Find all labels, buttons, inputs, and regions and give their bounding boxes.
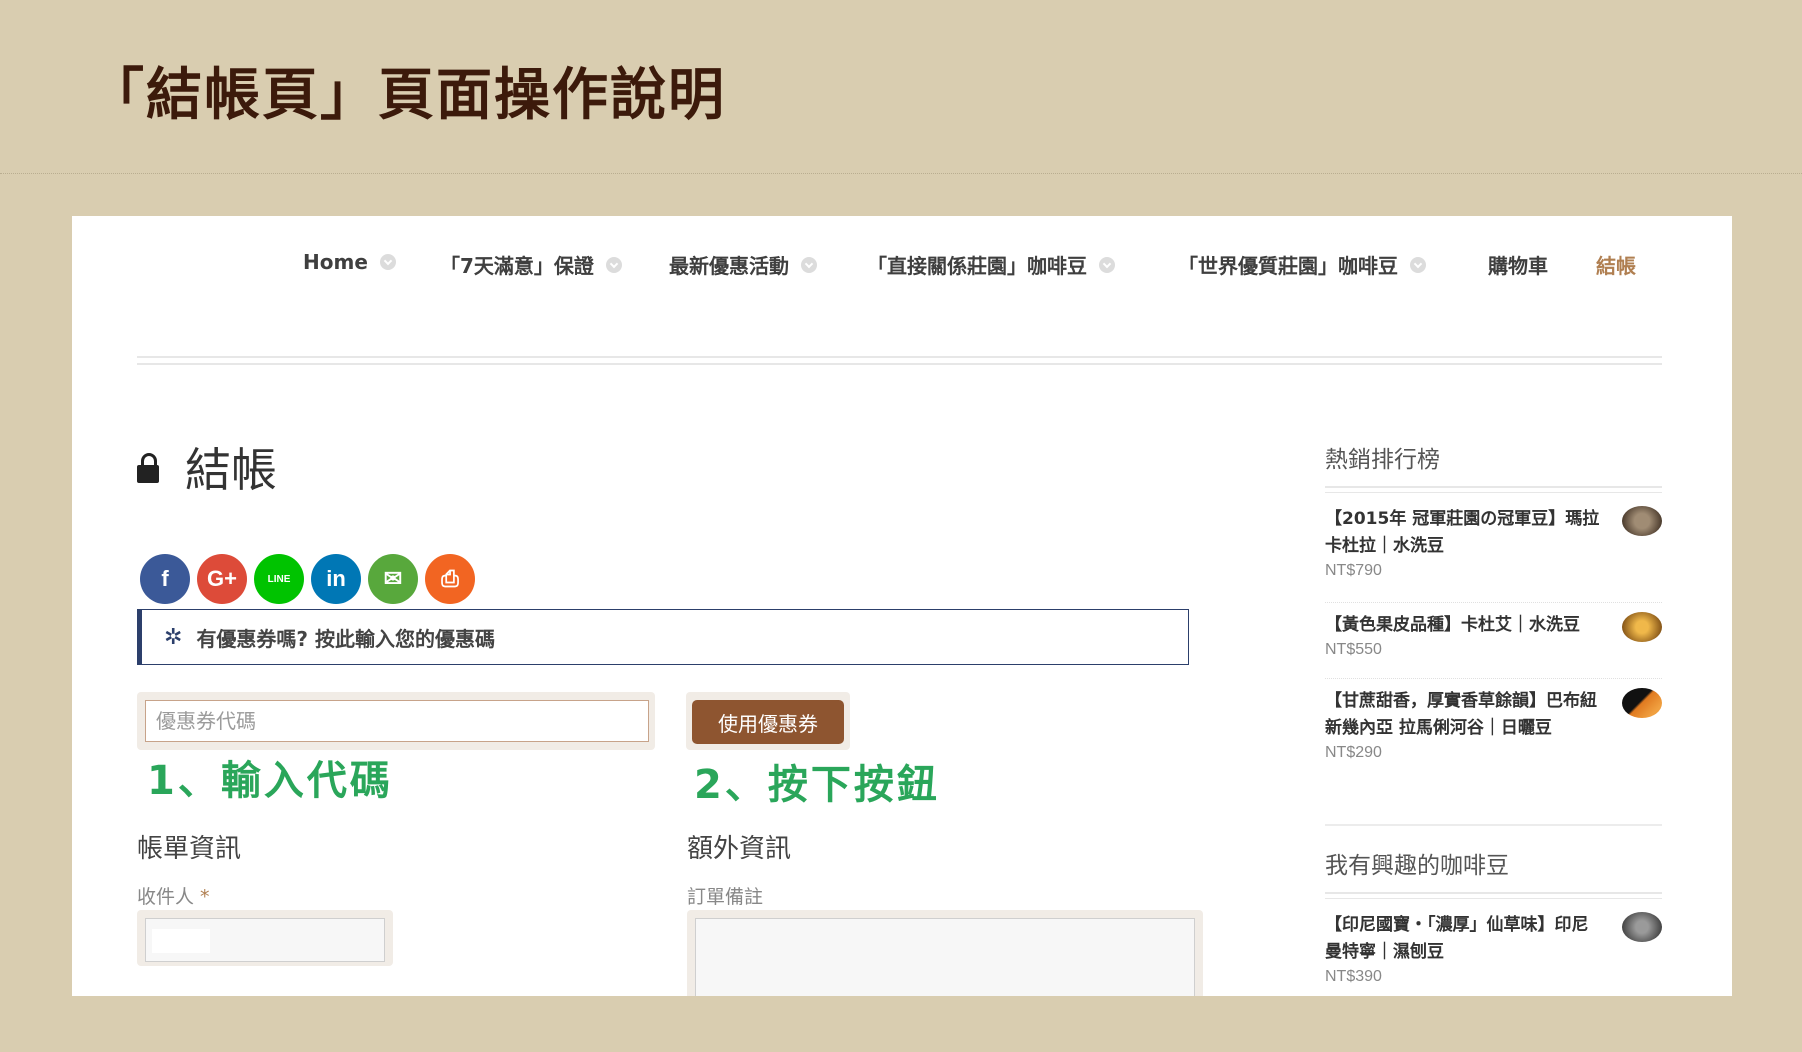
nav-item-label: 「7天滿意」保證 xyxy=(440,254,594,278)
order-notes-wrapper xyxy=(687,910,1203,996)
product-item[interactable]: 【2015年 冠軍莊園の冠軍豆】瑪拉卡杜拉｜水洗豆 NT$790 xyxy=(1325,506,1662,580)
checkout-title: 結帳 xyxy=(185,443,277,497)
product-thumbnail[interactable] xyxy=(1622,912,1662,942)
recipient-label: 收件人 * xyxy=(137,882,210,909)
widget-separator xyxy=(1325,824,1662,826)
product-separator xyxy=(1325,602,1662,603)
checkout-screenshot: Home 「7天滿意」保證 最新優惠活動 「直接關係莊園」咖啡豆 「世界優質莊園… xyxy=(72,216,1732,996)
product-price: NT$390 xyxy=(1325,968,1382,985)
chevron-down-icon xyxy=(1410,256,1426,273)
required-mark: * xyxy=(200,886,210,908)
lock-icon xyxy=(137,453,159,483)
recipient-field-wrapper xyxy=(137,910,393,966)
bestsellers-divider xyxy=(1325,486,1662,493)
billing-heading: 帳單資訊 xyxy=(137,834,242,864)
step-2-annotation: 2、按下按鈕 xyxy=(694,762,940,808)
coupon-code-input[interactable] xyxy=(145,700,649,742)
email-icon[interactable]: ✉ xyxy=(368,554,418,604)
step-1-annotation: 1、輸入代碼 xyxy=(147,758,393,804)
product-name[interactable]: 【甘蔗甜香，厚實香草餘韻】巴布紐新幾內亞 拉馬俐河谷｜日曬豆 xyxy=(1325,688,1605,742)
recipient-label-text: 收件人 xyxy=(137,886,195,908)
redacted-value xyxy=(152,929,210,953)
coupon-input-wrapper xyxy=(137,692,655,750)
nav-item-label: 「直接關係莊園」咖啡豆 xyxy=(867,254,1087,278)
checkout-heading: 結帳 xyxy=(137,434,277,500)
product-item[interactable]: 【印尼國寶・「濃厚」仙草味】印尼 曼特寧｜濕刨豆 NT$390 xyxy=(1325,912,1662,986)
print-icon[interactable]: ⎙ xyxy=(425,554,475,604)
product-separator xyxy=(1325,678,1662,679)
nav-item-checkout[interactable]: 結帳 xyxy=(1596,250,1636,279)
apply-coupon-button[interactable]: 使用優惠券 xyxy=(692,700,844,744)
order-notes-field[interactable] xyxy=(695,918,1195,996)
page-title: 「結帳頁」頁面操作說明 xyxy=(88,63,726,128)
main-nav: Home 「7天滿意」保證 最新優惠活動 「直接關係莊園」咖啡豆 「世界優質莊園… xyxy=(72,232,1732,292)
chevron-down-icon xyxy=(379,254,396,270)
facebook-icon[interactable]: f xyxy=(140,554,190,604)
nav-item-promotions[interactable]: 最新優惠活動 xyxy=(669,250,817,279)
nav-item-world-estate-beans[interactable]: 「世界優質莊園」咖啡豆 xyxy=(1178,250,1426,279)
additional-info-heading: 額外資訊 xyxy=(687,834,792,864)
share-buttons: f G+ LINE in ✉ ⎙ xyxy=(140,554,475,604)
coupon-notice[interactable]: ✲ 有優惠券嗎? 按此輸入您的優惠碼 xyxy=(137,609,1189,665)
line-icon[interactable]: LINE xyxy=(254,554,304,604)
product-price: NT$550 xyxy=(1325,641,1382,658)
header-divider xyxy=(137,356,1662,365)
nav-item-home[interactable]: Home xyxy=(303,250,396,274)
nav-item-label: Home xyxy=(303,250,368,274)
product-price: NT$790 xyxy=(1325,562,1382,579)
nav-item-label: 購物車 xyxy=(1488,254,1548,278)
product-name[interactable]: 【2015年 冠軍莊園の冠軍豆】瑪拉卡杜拉｜水洗豆 xyxy=(1325,506,1605,560)
nav-item-guarantee[interactable]: 「7天滿意」保證 xyxy=(440,250,622,279)
nav-item-cart[interactable]: 購物車 xyxy=(1488,250,1548,279)
product-name[interactable]: 【黃色果皮品種】卡杜艾｜水洗豆 xyxy=(1325,612,1605,639)
product-thumbnail[interactable] xyxy=(1622,612,1662,642)
bestsellers-title: 熱銷排行榜 xyxy=(1325,447,1440,473)
product-thumbnail[interactable] xyxy=(1622,506,1662,536)
chevron-down-icon xyxy=(605,256,622,273)
recipient-field[interactable] xyxy=(145,918,385,962)
product-name[interactable]: 【印尼國寶・「濃厚」仙草味】印尼 曼特寧｜濕刨豆 xyxy=(1325,912,1605,966)
google-plus-icon[interactable]: G+ xyxy=(197,554,247,604)
product-price: NT$290 xyxy=(1325,744,1382,761)
nav-item-direct-trade-beans[interactable]: 「直接關係莊園」咖啡豆 xyxy=(867,250,1115,279)
nav-item-label: 最新優惠活動 xyxy=(669,254,789,278)
coupon-notice-text: 有優惠券嗎? 按此輸入您的優惠碼 xyxy=(196,626,496,651)
chevron-down-icon xyxy=(801,256,817,273)
order-notes-label: 訂單備註 xyxy=(687,886,764,908)
product-thumbnail[interactable] xyxy=(1622,688,1662,718)
nav-item-label: 結帳 xyxy=(1596,254,1636,278)
product-item[interactable]: 【黃色果皮品種】卡杜艾｜水洗豆 NT$550 xyxy=(1325,612,1662,659)
gear-icon: ✲ xyxy=(164,624,183,650)
nav-item-label: 「世界優質莊園」咖啡豆 xyxy=(1178,254,1398,278)
linkedin-icon[interactable]: in xyxy=(311,554,361,604)
interest-title: 我有興趣的咖啡豆 xyxy=(1325,853,1509,879)
product-item[interactable]: 【甘蔗甜香，厚實香草餘韻】巴布紐新幾內亞 拉馬俐河谷｜日曬豆 NT$290 xyxy=(1325,688,1662,762)
slide-header: 「結帳頁」頁面操作說明 xyxy=(0,0,1802,174)
interest-divider xyxy=(1325,892,1662,899)
chevron-down-icon xyxy=(1099,256,1115,273)
apply-coupon-wrapper: 使用優惠券 xyxy=(686,692,850,750)
